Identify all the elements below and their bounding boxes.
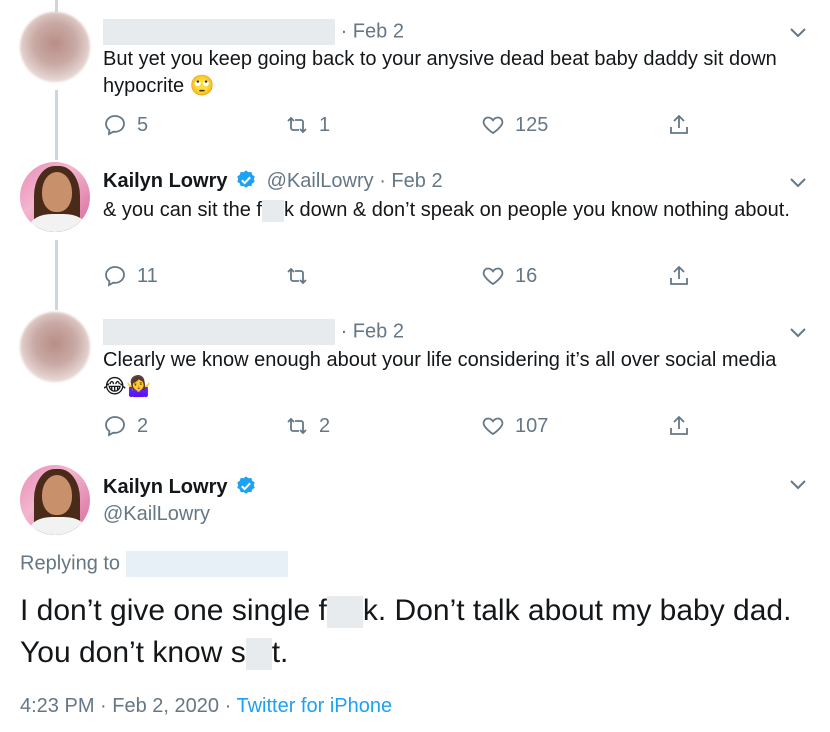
heart-icon [482,417,504,436]
reply-button[interactable]: 11 [103,264,158,288]
like-button[interactable]: 16 [481,264,537,288]
redacted-word [261,199,284,222]
share-icon [670,265,688,285]
like-button[interactable]: 125 [481,113,548,137]
emoji: 🙄 [189,75,215,98]
main-text-part: I don’t give one single f [20,594,327,627]
redacted-username [103,19,335,45]
verified-badge-icon [237,170,255,188]
thread-line [55,90,58,160]
like-count: 125 [515,113,549,136]
tweet-actions: 11 16 [103,264,703,292]
chevron-down-icon[interactable] [786,20,810,44]
chevron-down-icon[interactable] [786,170,810,194]
like-count: 16 [515,264,538,287]
retweet-count: 1 [319,113,331,136]
redacted-reply-handle[interactable] [125,551,288,577]
tweet-meta: 4:23 PM · Feb 2, 2020 · Twitter for iPho… [20,695,392,718]
author-handle-row: @KailLowry [103,503,210,526]
reply-icon [105,115,125,136]
like-count: 107 [515,414,549,437]
reply-button[interactable]: 2 [103,414,148,438]
tweet-full-date[interactable]: Feb 2, 2020 [112,695,219,717]
main-tweet-text: I don’t give one single f k. Don’t talk a… [20,590,810,674]
avatar-shirt [30,214,86,232]
redacted-username [103,319,335,345]
separator-dot: · [224,695,232,717]
separator-dot: · [340,20,348,43]
avatar-shirt [30,517,86,535]
retweet-icon [287,267,307,285]
author-name-row: Kailyn Lowry [103,475,261,499]
emoji: 😂🤷‍♀️ [103,376,152,399]
retweet-icon [287,116,307,134]
author-handle[interactable]: @KailLowry [267,170,374,192]
share-icon [670,415,688,435]
chevron-down-icon[interactable] [786,472,810,496]
reply-icon [105,266,125,287]
separator-dot: · [100,695,107,717]
reply-button[interactable]: 5 [103,113,148,137]
tweet-actions: 2 2 107 [103,414,703,442]
tweet-header: Kailyn Lowry @KailLowry · Feb 2 [103,169,443,193]
avatar[interactable] [20,312,90,382]
avatar-face [42,475,72,515]
tweet-actions: 5 1 125 [103,113,703,141]
chevron-down-icon[interactable] [786,320,810,344]
main-text-part: t. [271,636,289,669]
tweet-date[interactable]: Feb 2 [353,320,404,342]
replying-to-label: Replying to [20,552,121,575]
author-name[interactable]: Kailyn Lowry [103,476,227,498]
tweet-time[interactable]: 4:23 PM [20,695,94,717]
avatar[interactable] [20,162,90,232]
tweet-text-content: Clearly we know enough about your life c… [103,349,777,371]
author-handle[interactable]: @KailLowry [103,503,210,525]
tweet-text-part: & you can sit the f [103,199,262,221]
thread-line [55,0,58,12]
heart-icon [482,116,504,135]
tweet-text: & you can sit the f k down & don’t speak … [103,197,793,224]
share-button[interactable] [667,113,691,137]
tweet-source-link[interactable]: Twitter for iPhone [236,695,392,717]
share-button[interactable] [667,414,691,438]
tweet-text-part: k down & don’t speak on people you know … [283,199,790,221]
tweet-text: Clearly we know enough about your life c… [103,347,793,401]
reply-count: 5 [137,113,149,136]
reply-count: 11 [137,264,158,287]
retweet-count: 2 [319,414,331,437]
tweet-date[interactable]: Feb 2 [353,20,404,42]
redacted-word [245,638,272,671]
avatar[interactable] [20,12,90,82]
retweet-button[interactable] [285,264,319,288]
like-button[interactable]: 107 [481,414,548,438]
tweet-header: · Feb 2 [103,319,404,345]
reply-icon [105,416,125,437]
retweet-button[interactable]: 1 [285,113,330,137]
separator-dot: · [379,170,386,192]
author-name[interactable]: Kailyn Lowry [103,170,227,192]
avatar-face [42,172,72,212]
retweet-button[interactable]: 2 [285,414,330,438]
tweet-text: But yet you keep going back to your anys… [103,46,793,100]
retweet-icon [287,417,307,435]
share-icon [670,114,688,134]
redacted-word [326,596,363,629]
share-button[interactable] [667,264,691,288]
reply-count: 2 [137,414,149,437]
tweet-header: · Feb 2 [103,19,404,45]
replying-to: Replying to [20,551,288,577]
tweet-date[interactable]: Feb 2 [391,170,442,192]
thread-line [55,240,58,310]
separator-dot: · [340,320,348,343]
avatar[interactable] [20,465,90,535]
verified-badge-icon [237,476,255,494]
heart-icon [482,267,504,286]
